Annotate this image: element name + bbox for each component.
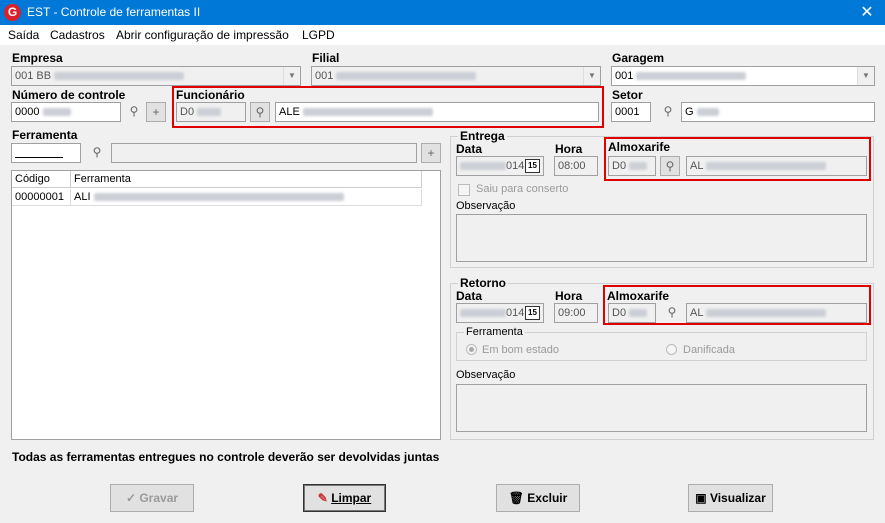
entrega-title: Entrega bbox=[458, 129, 507, 143]
setor-code-input[interactable]: 0001 bbox=[611, 102, 651, 122]
retorno-hora-label: Hora bbox=[555, 289, 583, 303]
numero-controle-label: Número de controle bbox=[12, 88, 126, 102]
menu-lgpd[interactable]: LGPD bbox=[302, 28, 335, 42]
column-header-codigo[interactable]: Código bbox=[12, 171, 71, 188]
excluir-button[interactable]: 🗑 Excluir bbox=[496, 484, 580, 512]
binoculars-icon[interactable]: ⚲ bbox=[250, 102, 270, 122]
menu-bar: Saída Cadastros Abrir configuração de im… bbox=[0, 25, 885, 45]
setor-name-input[interactable]: G bbox=[681, 102, 875, 122]
binoculars-icon[interactable]: ⚲ bbox=[87, 143, 107, 163]
binoculars-icon[interactable]: ⚲ bbox=[658, 102, 678, 122]
table-row-codigo[interactable]: 00000001 bbox=[12, 189, 71, 206]
garagem-label: Garagem bbox=[612, 51, 665, 65]
visualizar-button[interactable]: ▣ Visualizar bbox=[688, 484, 773, 512]
ferramenta-grid: Código Ferramenta 00000001 ALI bbox=[11, 170, 441, 440]
bom-estado-radio[interactable] bbox=[466, 344, 477, 355]
danificada-label: Danificada bbox=[683, 344, 735, 356]
danificada-radio[interactable] bbox=[666, 344, 677, 355]
notice-text: Todas as ferramentas entregues no contro… bbox=[12, 450, 440, 464]
funcionario-name-input[interactable]: ALE bbox=[275, 102, 599, 122]
chevron-down-icon[interactable]: ▼ bbox=[583, 67, 600, 85]
menu-cadastros[interactable]: Cadastros bbox=[50, 28, 105, 42]
entrega-hora-input[interactable]: 08:00 bbox=[554, 156, 598, 176]
close-icon[interactable]: ✕ bbox=[852, 2, 882, 23]
ferramenta-label: Ferramenta bbox=[12, 128, 78, 142]
eraser-icon: ✎ bbox=[317, 491, 328, 505]
app-logo-icon: G bbox=[4, 4, 21, 21]
filial-label: Filial bbox=[312, 51, 340, 65]
garagem-select[interactable]: 001 ▼ bbox=[611, 66, 875, 86]
limpar-button[interactable]: ✎ Limpar bbox=[303, 484, 386, 512]
window-title: EST - Controle de ferramentas II bbox=[27, 5, 201, 19]
entrega-observacao-textarea[interactable] bbox=[456, 214, 867, 262]
retorno-title: Retorno bbox=[458, 276, 508, 290]
entrega-almoxarife-name-input[interactable]: AL bbox=[686, 156, 867, 176]
filial-select[interactable]: 001 ▼ bbox=[311, 66, 601, 86]
calendar-icon[interactable]: 15 bbox=[525, 306, 540, 320]
retorno-observacao-textarea[interactable] bbox=[456, 384, 867, 432]
plus-icon[interactable]: + bbox=[146, 102, 166, 122]
saiu-para-conserto-label: Saiu para conserto bbox=[476, 183, 569, 195]
binoculars-icon[interactable]: ⚲ bbox=[662, 303, 682, 323]
numero-controle-input[interactable]: 0000 bbox=[11, 102, 121, 122]
ferramenta-estado-title: Ferramenta bbox=[464, 326, 525, 338]
title-bar: G EST - Controle de ferramentas II ✕ bbox=[0, 0, 885, 25]
empresa-select[interactable]: 001 BB ▼ bbox=[11, 66, 301, 86]
chevron-down-icon[interactable]: ▼ bbox=[857, 67, 874, 85]
entrega-data-label: Data bbox=[456, 142, 483, 156]
retorno-almoxarife-label: Almoxarife bbox=[607, 289, 670, 303]
chevron-down-icon[interactable]: ▼ bbox=[283, 67, 300, 85]
binoculars-icon[interactable]: ⚲ bbox=[124, 102, 144, 122]
entrega-almoxarife-label: Almoxarife bbox=[608, 140, 671, 154]
retorno-data-label: Data bbox=[456, 289, 483, 303]
retorno-almoxarife-code-input[interactable]: D0 bbox=[608, 303, 656, 323]
entrega-observacao-label: Observação bbox=[456, 200, 516, 212]
ferramenta-name-input[interactable] bbox=[111, 143, 417, 163]
table-row-ferramenta[interactable]: ALI bbox=[71, 189, 422, 206]
empresa-label: Empresa bbox=[12, 51, 63, 65]
retorno-hora-input[interactable]: 09:00 bbox=[554, 303, 598, 323]
menu-abrir-configuracao[interactable]: Abrir configuração de impressão bbox=[116, 28, 289, 42]
retorno-almoxarife-name-input[interactable]: AL bbox=[686, 303, 867, 323]
ferramenta-code-input[interactable] bbox=[11, 143, 81, 163]
calendar-icon[interactable]: 15 bbox=[525, 159, 540, 173]
retorno-observacao-label: Observação bbox=[456, 369, 516, 381]
entrega-almoxarife-code-input[interactable]: D0 bbox=[608, 156, 656, 176]
monitor-icon: ▣ bbox=[695, 491, 707, 505]
bom-estado-label: Em bom estado bbox=[482, 344, 560, 356]
plus-icon[interactable]: + bbox=[421, 143, 441, 163]
saiu-para-conserto-checkbox[interactable] bbox=[458, 184, 470, 196]
setor-label: Setor bbox=[612, 88, 643, 102]
trash-icon: 🗑 bbox=[508, 491, 524, 505]
entrega-hora-label: Hora bbox=[555, 142, 583, 156]
column-header-ferramenta[interactable]: Ferramenta bbox=[71, 171, 422, 188]
funcionario-label: Funcionário bbox=[176, 88, 245, 102]
gravar-button[interactable]: ✓ Gravar bbox=[110, 484, 194, 512]
check-icon: ✓ bbox=[125, 491, 136, 505]
funcionario-code-input[interactable]: D0 bbox=[176, 102, 246, 122]
menu-saida[interactable]: Saída bbox=[8, 28, 39, 42]
binoculars-icon[interactable]: ⚲ bbox=[660, 156, 680, 176]
